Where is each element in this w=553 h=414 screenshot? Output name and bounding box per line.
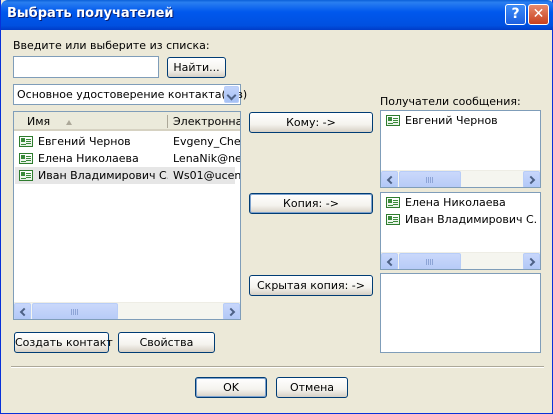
- cancel-button[interactable]: Отмена: [276, 377, 348, 398]
- close-button[interactable]: ✕: [528, 4, 549, 25]
- recipient-item[interactable]: Елена Николаева: [382, 194, 539, 211]
- bcc-button[interactable]: Скрытая копия: ->: [249, 275, 373, 296]
- to-button[interactable]: Кому: ->: [249, 112, 373, 133]
- contact-card-icon: [386, 115, 400, 126]
- recipient-name: Евгений Чернов: [405, 114, 498, 127]
- contact-row[interactable]: Елена Николаева LenaNik@nev: [15, 150, 240, 167]
- scroll-thumb[interactable]: [399, 253, 461, 269]
- address-book-selected: Основное удостоверение контакта(-ов): [17, 88, 248, 101]
- contact-name: Елена Николаева: [38, 152, 139, 165]
- divider: [11, 366, 544, 368]
- new-contact-button[interactable]: Создать контакт: [14, 332, 113, 353]
- scroll-left-icon[interactable]: [14, 303, 31, 319]
- select-recipients-dialog: Выбрать получателей ? ✕ Введите или выбе…: [0, 0, 553, 414]
- recipient-name: Иван Владимирович С...: [405, 213, 537, 226]
- recipient-item[interactable]: Иван Владимирович С...: [382, 211, 539, 228]
- cc-button[interactable]: Копия: ->: [249, 193, 373, 214]
- sort-ascending-icon: [66, 120, 72, 125]
- scroll-thumb[interactable]: [399, 171, 461, 187]
- column-name[interactable]: Имя: [27, 115, 50, 128]
- column-email[interactable]: Электронная: [173, 115, 240, 128]
- to-recipients-list[interactable]: Евгений Чернов: [380, 110, 541, 188]
- scroll-right-icon[interactable]: [523, 253, 540, 269]
- scroll-right-icon[interactable]: [523, 171, 540, 187]
- scroll-right-icon[interactable]: [223, 303, 240, 319]
- contact-name: Иван Владимирович С...: [38, 169, 168, 182]
- contact-card-icon: [19, 153, 33, 164]
- contact-row[interactable]: Евгений Чернов Evgeny_Chern: [15, 133, 240, 150]
- address-book-select[interactable]: Основное удостоверение контакта(-ов): [13, 84, 247, 105]
- contacts-hscrollbar[interactable]: [14, 302, 240, 319]
- ok-button[interactable]: OK: [195, 377, 267, 398]
- cc-recipients-list[interactable]: Елена Николаева Иван Владимирович С...: [380, 192, 541, 270]
- scroll-thumb[interactable]: [32, 303, 118, 319]
- scroll-left-icon[interactable]: [381, 253, 398, 269]
- title-bar[interactable]: Выбрать получателей ? ✕: [1, 0, 553, 30]
- find-button[interactable]: Найти...: [167, 57, 226, 78]
- scroll-left-icon[interactable]: [381, 171, 398, 187]
- recipients-label: Получатели сообщения:: [380, 95, 521, 108]
- column-separator[interactable]: [167, 115, 168, 128]
- bcc-recipients-list[interactable]: [380, 273, 541, 353]
- properties-button[interactable]: Свойства: [118, 332, 215, 353]
- contact-card-icon: [19, 136, 33, 147]
- contact-card-icon: [19, 170, 33, 181]
- recipient-item[interactable]: Евгений Чернов: [382, 112, 539, 129]
- contact-card-icon: [386, 214, 400, 225]
- contact-email: Ws01@ucentr: [173, 169, 241, 182]
- contact-email: Evgeny_Chern: [173, 135, 241, 148]
- contacts-list[interactable]: Имя Электронная Евгений Чернов Evgeny_Ch…: [13, 111, 241, 320]
- to-hscrollbar[interactable]: [381, 170, 540, 187]
- contact-email: LenaNik@nev: [173, 152, 241, 165]
- cc-hscrollbar[interactable]: [381, 252, 540, 269]
- window-title: Выбрать получателей: [7, 6, 174, 21]
- recipient-name: Елена Николаева: [405, 196, 506, 209]
- contact-name: Евгений Чернов: [38, 135, 131, 148]
- search-label: Введите или выберите из списка:: [13, 39, 210, 52]
- search-input[interactable]: [13, 56, 159, 78]
- contact-row[interactable]: Иван Владимирович С... Ws01@ucentr: [15, 167, 240, 184]
- chevron-down-icon[interactable]: [224, 86, 239, 103]
- contact-card-icon: [386, 197, 400, 208]
- contacts-header: Имя Электронная: [14, 112, 240, 131]
- help-button[interactable]: ?: [505, 4, 526, 25]
